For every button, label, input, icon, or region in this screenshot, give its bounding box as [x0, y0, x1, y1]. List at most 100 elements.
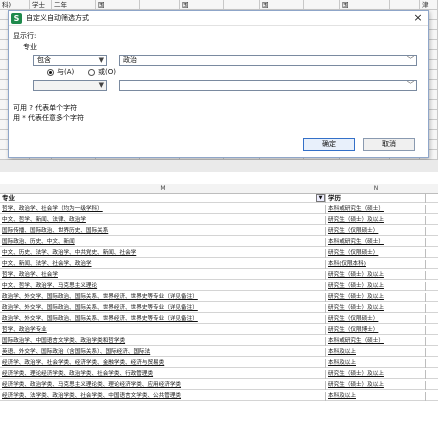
chevron-down-icon: ▼	[98, 56, 104, 64]
sheet-separator	[0, 160, 438, 172]
background-cell: 津	[420, 0, 438, 10]
chevron-down-icon: ▼	[98, 81, 104, 89]
dialog-title: 自定义自动筛选方式	[26, 14, 89, 22]
and-label: 与(A)	[57, 68, 75, 76]
condition2-value-input[interactable]: ﹀	[119, 80, 417, 91]
table-row: 中文、哲学、新闻、法律、政治学 研究生（硕士）及以上	[0, 216, 438, 225]
cell-degree[interactable]: 本科(仅限本科)	[326, 260, 426, 269]
cell-major[interactable]: 经济学类、法学类、政治学类、社会学类、中国语言文学类、公共管理类	[0, 392, 326, 401]
background-cell: 国	[96, 0, 140, 10]
table-row: 哲学、政治学、社会学 研究生（硕士）及以上	[0, 271, 438, 280]
cell-degree[interactable]: 研究生（仅限博士）	[326, 326, 426, 335]
cell-degree[interactable]: 研究生（仅限硕士）	[326, 227, 426, 236]
background-cell: 科)	[0, 0, 30, 10]
cell-degree[interactable]: 研究生（硕士）及以上	[326, 304, 426, 313]
column-header-bar: M N	[0, 184, 438, 194]
condition1-operator-select[interactable]: 包含 ▼	[33, 55, 107, 66]
cell-degree[interactable]: 本科或研究生（硕士）	[326, 337, 426, 346]
cell-major[interactable]: 政治学、外交学、国际政治、国际关系、世界经济、世界史等专业（详见备注）	[0, 304, 326, 313]
app-logo-icon: S	[11, 13, 22, 24]
cell-degree[interactable]: 本科及以上	[326, 348, 426, 357]
show-rows-label: 显示行:	[13, 32, 37, 40]
cell-degree[interactable]: 研究生（硕士）及以上	[326, 271, 426, 280]
column-header-n[interactable]: N	[326, 184, 426, 194]
or-label: 或(O)	[98, 68, 116, 76]
cell-major[interactable]: 政治学、外交学、国际政治、国际关系、世界经济、世界史等专业（详见备注）	[0, 315, 326, 324]
cell-major[interactable]: 中文、历史、法学、政治学、中共党史、新闻、社会学	[0, 249, 326, 258]
table-row: 政治学、外交学、国际政治、国际关系、世界经济、世界史等专业（详见备注） 研究生（硕…	[0, 293, 438, 302]
dialog-titlebar: S 自定义自动筛选方式 ×	[9, 11, 428, 26]
ok-button[interactable]: 确定	[303, 138, 355, 151]
table-row: 哲学、政治学专业 研究生（仅限博士）	[0, 326, 438, 335]
condition1-operator-value: 包含	[37, 56, 51, 64]
close-icon[interactable]: ×	[412, 12, 424, 24]
header-cell-degree[interactable]: 学历	[326, 194, 426, 203]
filter-dropdown-icon[interactable]: ▼	[316, 194, 325, 202]
cell-major[interactable]: 国际传播、国际政治、世界历史、国际关系	[0, 227, 326, 236]
cell-degree[interactable]: 本科及以上	[326, 359, 426, 368]
cell-degree[interactable]: 本科或研究生（硕士）	[326, 205, 426, 214]
column-header-m[interactable]: M	[0, 184, 326, 194]
table-row: 经济学、政治学、社会学类、经济学类、金融学类、经济与贸易类 本科及以上	[0, 359, 438, 368]
cell-degree[interactable]: 研究生（仅限硕士）	[326, 315, 426, 324]
condition1-value-input[interactable]: 政治 ﹀	[119, 55, 417, 66]
header-row: 专业 ▼ 学历	[0, 194, 438, 203]
background-cell	[140, 0, 180, 10]
wildcard-hint-single: 可用 ? 代表单个字符	[13, 104, 78, 112]
cell-major[interactable]: 经济学类、理论经济学类、政治学类、社会学类、行政管理类	[0, 370, 326, 379]
cell-degree[interactable]: 研究生（硕士）及以上	[326, 293, 426, 302]
chevron-down-icon: ﹀	[407, 81, 414, 89]
cell-degree[interactable]: 本科或研究生（硕士）	[326, 238, 426, 247]
chevron-down-icon: ﹀	[407, 56, 414, 64]
cell-major[interactable]: 经济学类、政治学类、马克思主义理论类、理论经济学类、应用经济学类	[0, 381, 326, 390]
table-row: 中文、历史、法学、政治学、中共党史、新闻、社会学 研究生（仅限硕士）	[0, 249, 438, 258]
condition1-value: 政治	[123, 56, 137, 64]
cell-major[interactable]: 哲学、政治学、社会学（均为一级学科）	[0, 205, 326, 214]
table-row: 国际政治学、中国语言文学类、政治学类和哲学类 本科或研究生（硕士）	[0, 337, 438, 346]
cell-major[interactable]: 中文、哲学、新闻、法律、政治学	[0, 216, 326, 225]
cell-major[interactable]: 哲学、政治学专业	[0, 326, 326, 335]
background-cell: 国	[340, 0, 390, 10]
table-row: 中文、哲学、政治学、马克思主义理论 研究生（硕士）及以上	[0, 282, 438, 291]
cell-major[interactable]: 国际政治学、中国语言文学类、政治学类和哲学类	[0, 337, 326, 346]
background-cell	[224, 0, 260, 10]
table-row: 经济学类、政治学类、马克思主义理论类、理论经济学类、应用经济学类 研究生（硕士）及…	[0, 381, 438, 390]
background-cell	[390, 0, 420, 10]
and-radio[interactable]	[47, 69, 54, 76]
table-row: 国际传播、国际政治、世界历史、国际关系 研究生（仅限硕士）	[0, 227, 438, 236]
cell-major[interactable]: 哲学、政治学、社会学	[0, 271, 326, 280]
table-row: 英语、外交学、国际政治（含国际关系）、国际经济、国际法 本科及以上	[0, 348, 438, 357]
table-row: 经济学类、法学类、政治学类、社会学类、中国语言文学类、公共管理类 本科及以上	[0, 392, 438, 401]
cell-major[interactable]: 政治学、外交学、国际政治、国际关系、世界经济、世界史等专业（详见备注）	[0, 293, 326, 302]
cell-degree[interactable]: 研究生（硕士）及以上	[326, 216, 426, 225]
field-name-label: 专业	[23, 43, 37, 51]
cell-degree[interactable]: 研究生（硕士）及以上	[326, 381, 426, 390]
background-cell: 国	[260, 0, 304, 10]
cell-degree[interactable]: 研究生（硕士）及以上	[326, 370, 426, 379]
background-cell	[304, 0, 340, 10]
table-row: 哲学、政治学、社会学（均为一级学科） 本科或研究生（硕士）	[0, 205, 438, 214]
wildcard-hint-multi: 用 * 代表任意多个字符	[13, 114, 84, 122]
table-row: 国际政治、历史、中文、新闻 本科或研究生（硕士）	[0, 238, 438, 247]
background-cell: 二年	[52, 0, 96, 10]
or-radio[interactable]	[88, 69, 95, 76]
background-row: 科) 学士 二年国国国国津	[0, 0, 438, 10]
table-row: 经济学类、理论经济学类、政治学类、社会学类、行政管理类 研究生（硕士）及以上	[0, 370, 438, 379]
cell-major[interactable]: 国际政治、历史、中文、新闻	[0, 238, 326, 247]
cancel-button[interactable]: 取消	[363, 138, 415, 151]
cell-major[interactable]: 中文、新闻、法学、社会学、政治学	[0, 260, 326, 269]
header-cell-major[interactable]: 专业	[0, 194, 326, 203]
table-row: 政治学、外交学、国际政治、国际关系、世界经济、世界史等专业（详见备注） 研究生（硕…	[0, 304, 438, 313]
cell-degree[interactable]: 研究生（仅限硕士）	[326, 249, 426, 258]
table-row: 中文、新闻、法学、社会学、政治学 本科(仅限本科)	[0, 260, 438, 269]
cell-degree[interactable]: 研究生（硕士）及以上	[326, 282, 426, 291]
cell-degree[interactable]: 本科及以上	[326, 392, 426, 401]
custom-autofilter-dialog: S 自定义自动筛选方式 × 显示行: 专业 包含 ▼ 政治 ﹀ 与(A) 或(O…	[8, 10, 429, 158]
cell-major[interactable]: 经济学、政治学、社会学类、经济学类、金融学类、经济与贸易类	[0, 359, 326, 368]
condition2-operator-select[interactable]: ▼	[33, 80, 107, 91]
spreadsheet: M N 专业 ▼ 学历 哲学、政治学、社会学（均为一级学科） 本科或研究生（硕士）…	[0, 172, 438, 436]
cell-major[interactable]: 中文、哲学、政治学、马克思主义理论	[0, 282, 326, 291]
cell-major[interactable]: 英语、外交学、国际政治（含国际关系）、国际经济、国际法	[0, 348, 326, 357]
background-cell: 学士	[30, 0, 52, 10]
background-cell: 国	[180, 0, 224, 10]
